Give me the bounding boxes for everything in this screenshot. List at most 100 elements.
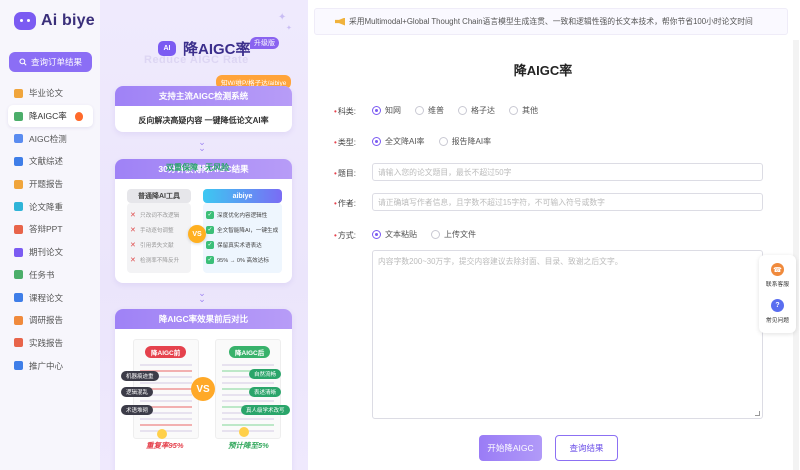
- sidebar-item-label: 实践报告: [29, 337, 64, 348]
- sidebar-item[interactable]: 降AIGC率: [8, 104, 93, 128]
- sidebar-item-label: 降AIGC率: [29, 111, 67, 122]
- sidebar-item-label: 期刊论文: [29, 247, 64, 258]
- promo-card-before-after: 降AIGC率效果前后对比 降AIGC前 降AIGC后 机器痕迹重 逻辑混乱 术语…: [115, 309, 292, 470]
- sidebar-item[interactable]: 实践报告: [8, 332, 93, 355]
- sidebar-item[interactable]: 开题报告: [8, 173, 93, 196]
- promo-card-title: 降AIGC率效果前后对比: [115, 309, 292, 329]
- text-line: [222, 424, 274, 426]
- text-line: [222, 400, 274, 402]
- sidebar-nav: 毕业论文降AIGC率 AIGC检测 文献综述开题报告论文降重 答辩PPT 期刊论文任务书…: [8, 82, 93, 377]
- radio-button-icon[interactable]: [372, 137, 381, 146]
- ordinary-tool-row: ✕ 检测率不降反升: [130, 252, 188, 267]
- announcement-bar: 采用Multimodal+Global Thought Chain语言模型生成连…: [314, 8, 788, 35]
- radio-label: 格子达: [471, 106, 495, 115]
- after-chip: 真人级学术改写: [241, 405, 290, 415]
- check-icon: ✓: [206, 255, 214, 264]
- search-icon: [19, 58, 27, 66]
- nav-item-icon: [14, 361, 23, 371]
- text-line: [140, 418, 192, 420]
- author-input[interactable]: 请正确填写作者信息，且字数不超过15字符，不可输入符号或数字: [372, 193, 763, 211]
- sidebar-item[interactable]: 期刊论文: [8, 241, 93, 264]
- app-logo[interactable]: Ai biye: [14, 12, 95, 30]
- query-result-button[interactable]: 查询结果: [555, 435, 618, 461]
- radio-button-icon[interactable]: [372, 106, 381, 115]
- row-text: 引用丢失文献: [140, 242, 174, 249]
- robot-logo-icon: [14, 12, 36, 30]
- radio-button-icon[interactable]: [509, 106, 518, 115]
- text-line: [222, 364, 274, 366]
- sidebar-item[interactable]: 答辩PPT: [8, 218, 93, 241]
- radio-option[interactable]: 格子达: [458, 105, 495, 116]
- contact-service-button[interactable]: ☎ 联系客服: [759, 263, 796, 288]
- chevron-down-icon: ⌄ ⌄: [198, 137, 206, 153]
- sidebar-item[interactable]: 毕业论文: [8, 82, 93, 105]
- chevron-down-icon: ⌄ ⌄: [198, 288, 206, 304]
- sidebar-item[interactable]: 调研报告: [8, 309, 93, 332]
- sidebar-item[interactable]: 论文降重: [8, 195, 93, 218]
- vs-badge: VS: [188, 225, 206, 243]
- radio-option[interactable]: 知网: [372, 105, 401, 116]
- nav-item-icon: [14, 202, 23, 212]
- megaphone-icon: [335, 17, 345, 26]
- nav-item-icon: [14, 88, 23, 98]
- radio-label: 文本粘贴: [385, 230, 417, 239]
- aibiye-feature-list: ✓ 深度优化内容逻辑性 ✓ 全文智能降AI，一键生成 ✓ 保留真实术语表达 ✓ 95% → 0…: [203, 203, 282, 273]
- cross-icon: ✕: [130, 211, 136, 219]
- radio-option[interactable]: 文本粘贴: [372, 229, 417, 240]
- radio-label: 全文降AI率: [385, 137, 425, 146]
- promo-panel: ✦ ✦ Reduce AIGC Rate AI 降AIGC率 升级版 知W/维P…: [100, 0, 308, 470]
- ordinary-tool-list: ✕ 只改词不改逻辑 ✕ 手动逐句调整 ✕ 引用丢失文献 ✕ 检测率不降反升: [127, 203, 191, 273]
- radio-option[interactable]: 其他: [509, 105, 538, 116]
- radio-label: 其他: [522, 106, 538, 115]
- scrollbar[interactable]: [793, 40, 799, 470]
- page-title: 降AIGC率: [513, 63, 573, 78]
- ordinary-tool-row: ✕ 只改词不改逻辑: [130, 207, 188, 222]
- radio-option[interactable]: 全文降AI率: [372, 136, 425, 147]
- faq-button[interactable]: ? 常见问题: [759, 299, 796, 324]
- title-label: •题目:: [334, 169, 357, 178]
- sidebar-item[interactable]: 文献综述: [8, 150, 93, 173]
- radio-label: 维普: [428, 106, 444, 115]
- row-text: 全文智能降AI，一键生成: [217, 227, 279, 234]
- before-chip: 逻辑混乱: [121, 387, 154, 397]
- start-reduce-button[interactable]: 开始降AIGC: [479, 435, 542, 461]
- before-tag: 降AIGC前: [145, 346, 187, 358]
- cross-icon: ✕: [130, 226, 136, 234]
- query-order-button[interactable]: 查询订单结果: [9, 52, 92, 72]
- sidebar-item-label: 开题报告: [29, 179, 64, 190]
- radio-button-icon[interactable]: [438, 137, 448, 146]
- sidebar-item[interactable]: AIGC检测: [8, 127, 93, 150]
- sidebar-item[interactable]: 推广中心: [8, 354, 93, 377]
- text-line: [222, 418, 274, 420]
- app-name: Ai biye: [41, 12, 95, 29]
- resize-handle-icon[interactable]: [755, 411, 760, 416]
- sidebar-item[interactable]: 课程论文: [8, 286, 93, 309]
- radio-option[interactable]: 报告降AI率: [438, 136, 491, 147]
- aibiye-feature-row: ✓ 全文智能降AI，一键生成: [206, 222, 279, 237]
- promo-card-body: 反向解决高疑内容 一键降低论文AI率: [138, 116, 269, 125]
- radio-button-icon[interactable]: [431, 230, 440, 239]
- text-line: [140, 364, 192, 366]
- radio-button-icon[interactable]: [415, 106, 424, 115]
- paper-title-input[interactable]: 请输入您的论文题目，最长不超过50字: [372, 163, 763, 181]
- float-item-label: 联系客服: [765, 282, 790, 288]
- after-rate: 预计降至5%: [228, 441, 269, 450]
- aibiye-feature-row: ✓ 95% → 0% 高效达标: [206, 252, 279, 267]
- question-icon: ?: [771, 299, 784, 312]
- radio-button-icon[interactable]: [458, 106, 467, 115]
- ordinary-tool-row: ✕ 手动逐句调整: [130, 222, 188, 237]
- sparkle-icon: ✦: [278, 12, 287, 23]
- sidebar-item-label: 课程论文: [29, 292, 64, 303]
- author-label: •作者:: [334, 199, 357, 208]
- content-textarea[interactable]: 内容字数200~30万字，提交内容建议去除封面、目录、致谢之后文字。: [372, 250, 763, 419]
- headset-icon: ☎: [771, 263, 784, 276]
- nav-item-icon: [14, 270, 23, 280]
- sidebar-item-label: 任务书: [29, 269, 55, 280]
- after-chip: 表述清晰: [249, 387, 282, 397]
- radio-option[interactable]: 上传文件: [431, 229, 476, 240]
- nav-item-icon: [14, 293, 23, 303]
- radio-button-icon[interactable]: [372, 230, 381, 239]
- sidebar-item[interactable]: 任务书: [8, 264, 93, 287]
- radio-option[interactable]: 维普: [415, 105, 444, 116]
- aibiye-feature-row: ✓ 保留真实术语表达: [206, 237, 279, 252]
